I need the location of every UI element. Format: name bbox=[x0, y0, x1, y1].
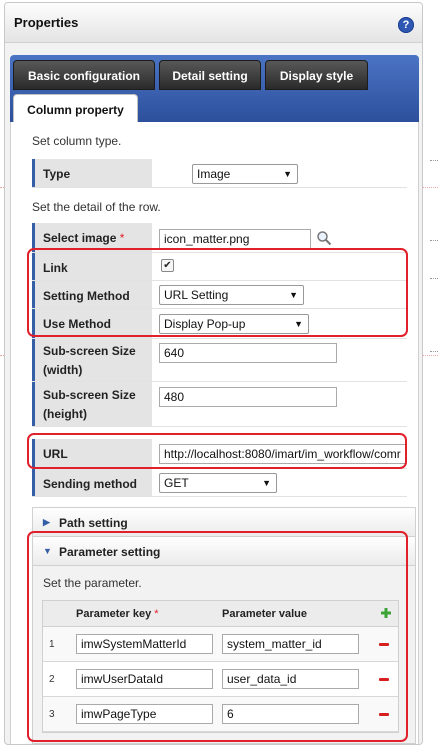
tab-detail-setting[interactable]: Detail setting bbox=[159, 60, 261, 90]
sending-method-row: Sending method GET ▼ bbox=[32, 469, 407, 497]
chevron-right-icon: ▶ bbox=[43, 517, 50, 527]
tab-basic-configuration[interactable]: Basic configuration bbox=[13, 60, 155, 90]
background-guide-line bbox=[430, 351, 438, 352]
sub-screen-width-row: Sub-screen Size (width) 640 bbox=[32, 339, 407, 382]
sub-screen-width-label-line2: (width) bbox=[43, 363, 83, 377]
sub-screen-width-label-line1: Sub-screen Size bbox=[43, 344, 136, 358]
panel-title: Properties bbox=[14, 15, 79, 30]
highlight-box-parameter-setting bbox=[27, 531, 408, 742]
sub-screen-height-cell: 480 bbox=[156, 382, 407, 426]
type-label-text: Type bbox=[43, 167, 71, 181]
panel-header: Properties ? bbox=[5, 3, 422, 43]
path-setting-title: Path setting bbox=[59, 516, 128, 530]
highlight-box-link-methods bbox=[27, 248, 408, 337]
sending-method-select[interactable]: GET ▼ bbox=[159, 473, 277, 493]
sub-screen-height-input[interactable]: 480 bbox=[159, 387, 337, 407]
sub-screen-width-cell: 640 bbox=[156, 339, 407, 381]
background-guide-line bbox=[430, 160, 438, 161]
select-image-input[interactable]: icon_matter.png bbox=[159, 229, 311, 249]
sending-method-label: Sending method bbox=[32, 469, 152, 496]
required-mark: * bbox=[119, 231, 125, 245]
tab-display-style[interactable]: Display style bbox=[265, 60, 368, 90]
chevron-down-icon: ▼ bbox=[262, 478, 271, 488]
row-detail-hint: Set the detail of the row. bbox=[32, 200, 161, 214]
sub-screen-width-label: Sub-screen Size (width) bbox=[32, 339, 152, 381]
column-type-hint: Set column type. bbox=[32, 134, 122, 148]
chevron-down-icon: ▼ bbox=[283, 169, 292, 179]
sending-method-cell: GET ▼ bbox=[156, 469, 407, 496]
select-image-label-text: Select image bbox=[43, 231, 117, 245]
sub-screen-height-row: Sub-screen Size (height) 480 bbox=[32, 382, 407, 427]
sending-method-value: GET bbox=[164, 476, 189, 490]
sub-screen-height-label-line1: Sub-screen Size bbox=[43, 388, 136, 402]
sending-method-label-text: Sending method bbox=[43, 477, 137, 491]
tab-bar: Basic configuration Detail setting Displ… bbox=[10, 55, 419, 127]
help-icon[interactable]: ? bbox=[398, 17, 414, 33]
type-select[interactable]: Image ▼ bbox=[192, 164, 298, 184]
type-select-value: Image bbox=[197, 167, 231, 181]
sub-screen-width-input[interactable]: 640 bbox=[159, 343, 337, 363]
sub-screen-height-label-line2: (height) bbox=[43, 407, 87, 421]
background-guide-line bbox=[430, 240, 438, 241]
magnifier-icon[interactable] bbox=[316, 230, 332, 246]
type-row: Type Image ▼ bbox=[32, 159, 407, 188]
highlight-box-url bbox=[27, 433, 407, 469]
type-value-cell: Image ▼ bbox=[156, 159, 407, 187]
background-guide-line bbox=[430, 278, 438, 279]
type-label: Type bbox=[32, 159, 152, 187]
sub-screen-height-label: Sub-screen Size (height) bbox=[32, 382, 152, 426]
